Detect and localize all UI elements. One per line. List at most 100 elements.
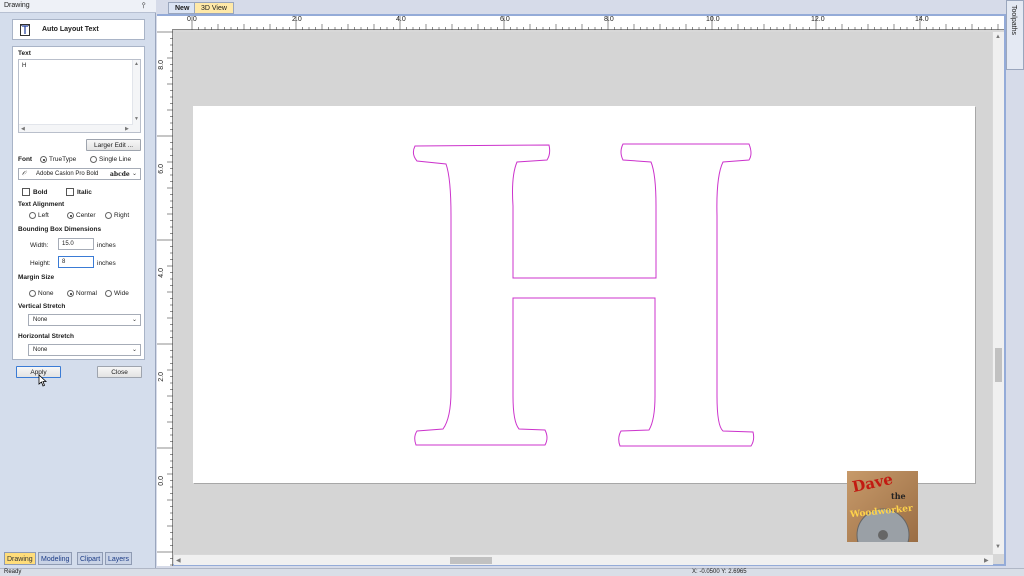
font-preview: abcde — [110, 171, 130, 178]
panel-title: Drawing — [4, 2, 30, 9]
toolpaths-tab[interactable]: Toolpaths — [1006, 0, 1024, 70]
align-left-label: Left — [38, 212, 49, 219]
hruler-label: 12.0 — [811, 16, 825, 23]
hruler-label: 4.0 — [396, 16, 406, 23]
scroll-down-icon[interactable]: ▼ — [995, 544, 1001, 550]
margin-none-label: None — [38, 290, 54, 297]
tab-modeling[interactable]: Modeling — [38, 552, 73, 565]
mouse-cursor-icon — [38, 374, 47, 387]
font-select[interactable]: 𝒪 Adobe Caslon Pro Bold abcde ⌄ — [18, 168, 141, 180]
horizontal-scroll-thumb[interactable] — [450, 557, 492, 564]
text-input-value: H — [22, 63, 27, 69]
width-field[interactable]: 15.0 — [58, 238, 94, 250]
scroll-down-icon[interactable]: ▼ — [134, 116, 139, 122]
hruler-label: 8.0 — [604, 16, 614, 23]
hstretch-label: Horizontal Stretch — [18, 333, 74, 340]
vstretch-select[interactable]: None ⌄ — [28, 314, 141, 326]
tab-layers[interactable]: Layers — [105, 552, 133, 565]
material-sheet[interactable] — [193, 106, 975, 483]
vstretch-label: Vertical Stretch — [18, 303, 66, 310]
logo-line-2: the — [891, 491, 906, 501]
tab-3d-view[interactable]: 3D View — [194, 2, 234, 14]
bold-checkbox[interactable] — [22, 188, 30, 196]
vstretch-value: None — [33, 317, 48, 323]
larger-edit-button[interactable]: Larger Edit ... — [86, 139, 141, 151]
scroll-right-icon[interactable]: ▶ — [984, 557, 989, 564]
font-single-line-label: Single Line — [99, 156, 132, 163]
hruler-label: 10.0 — [706, 16, 720, 23]
align-center-label: Center — [76, 212, 96, 219]
form-box: Text H ▲ ▼ ◀ ▶ Larger Edit ... Font True… — [12, 46, 145, 360]
scroll-left-icon[interactable]: ◀ — [176, 557, 181, 564]
font-truetype-radio[interactable] — [40, 156, 47, 163]
vruler-label: 2.0 — [158, 372, 165, 382]
status-bar: Ready X: -0.0500 Y: 2.6965 — [0, 568, 1024, 576]
align-right-radio[interactable] — [105, 212, 112, 219]
hruler-label: 0.0 — [187, 16, 197, 23]
vertical-ruler: 8.0 6.0 4.0 2.0 0.0 — [157, 30, 173, 566]
letter-h-path[interactable] — [412, 143, 755, 447]
height-label: Height: — [30, 260, 51, 267]
hruler-label: 6.0 — [500, 16, 510, 23]
vertical-scroll-thumb[interactable] — [995, 348, 1002, 382]
font-file-icon: 𝒪 — [22, 171, 26, 177]
scroll-up-icon[interactable]: ▲ — [995, 34, 1001, 40]
alignment-label: Text Alignment — [18, 201, 65, 208]
canvas-horizontal-scrollbar[interactable]: ◀ ▶ — [174, 555, 993, 565]
bold-label: Bold — [33, 189, 48, 196]
vruler-label: 8.0 — [158, 60, 165, 70]
scroll-up-icon[interactable]: ▲ — [134, 61, 139, 67]
tab-drawing[interactable]: Drawing — [4, 552, 36, 565]
height-value: 8 — [62, 259, 66, 265]
panel-header: Drawing ⫯ — [0, 0, 156, 13]
vruler-label: 4.0 — [158, 268, 165, 278]
vruler-label: 6.0 — [158, 164, 165, 174]
margin-normal-radio[interactable] — [67, 290, 74, 297]
scroll-left-icon[interactable]: ◀ — [21, 126, 25, 132]
hstretch-value: None — [33, 347, 48, 353]
font-single-line-radio[interactable] — [90, 156, 97, 163]
cursor-coordinates: X: -0.0500 Y: 2.6965 — [692, 569, 747, 575]
width-label: Width: — [30, 242, 49, 249]
align-right-label: Right — [114, 212, 130, 219]
tool-title: Auto Layout Text — [42, 26, 99, 33]
scroll-right-icon[interactable]: ▶ — [125, 126, 129, 132]
chevron-down-icon: ⌄ — [131, 347, 137, 353]
bbox-label: Bounding Box Dimensions — [18, 226, 102, 233]
bottom-tab-bar: Drawing Modeling Clipart Layers — [0, 552, 156, 566]
align-center-radio[interactable] — [67, 212, 74, 219]
toolpaths-label: Toolpaths — [1010, 5, 1017, 35]
text-hscroll[interactable]: ◀ ▶ — [19, 124, 133, 132]
tool-title-box: Auto Layout Text — [12, 19, 145, 40]
hruler-label: 2.0 — [292, 16, 302, 23]
pin-icon[interactable]: ⫯ — [142, 1, 145, 11]
dave-the-woodworker-logo: Dave the Woodworker — [847, 471, 918, 542]
margin-normal-label: Normal — [76, 290, 97, 297]
canvas-vertical-scrollbar[interactable]: ▲ ▼ — [993, 32, 1004, 554]
margin-label: Margin Size — [18, 274, 55, 281]
text-vscroll[interactable]: ▲ ▼ — [132, 60, 140, 132]
drawing-panel: Drawing ⫯ Auto Layout Text Text H ▲ ▼ ◀ … — [0, 0, 156, 568]
italic-checkbox[interactable] — [66, 188, 74, 196]
logo-line-1: Dave — [850, 471, 895, 497]
tab-clipart[interactable]: Clipart — [77, 552, 104, 565]
hstretch-select[interactable]: None ⌄ — [28, 344, 141, 356]
text-label: Text — [18, 50, 31, 57]
status-text: Ready — [4, 569, 22, 575]
letter-h-outline[interactable] — [193, 106, 975, 483]
font-truetype-label: TrueType — [49, 156, 77, 163]
chevron-down-icon: ⌄ — [131, 317, 137, 323]
align-left-radio[interactable] — [29, 212, 36, 219]
tab-new[interactable]: New — [168, 2, 197, 14]
vruler-label: 0.0 — [158, 476, 165, 486]
text-layout-icon — [20, 24, 30, 36]
hruler-label: 14.0 — [915, 16, 929, 23]
italic-label: Italic — [77, 189, 92, 196]
font-label: Font — [18, 156, 33, 163]
margin-wide-radio[interactable] — [105, 290, 112, 297]
close-button[interactable]: Close — [97, 366, 142, 378]
text-input[interactable]: H ▲ ▼ ◀ ▶ — [18, 59, 141, 133]
height-field[interactable]: 8 — [58, 256, 94, 268]
margin-none-radio[interactable] — [29, 290, 36, 297]
document-tab-bar: New 3D View — [160, 2, 1010, 14]
